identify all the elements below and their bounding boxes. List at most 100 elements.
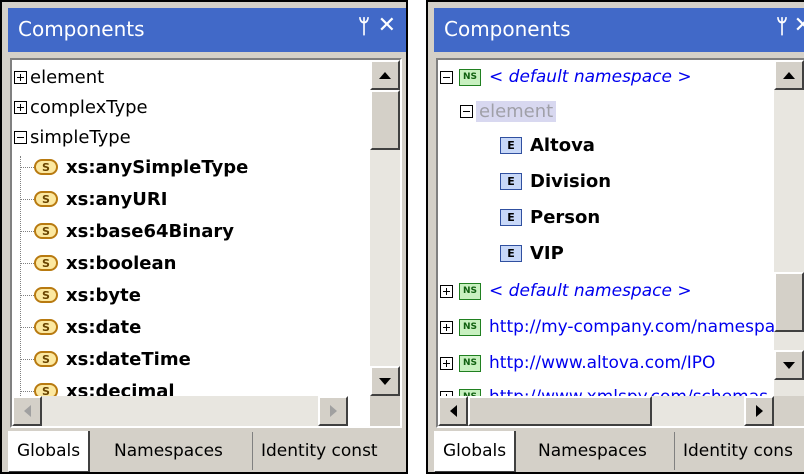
simple-type-label: xs:date bbox=[66, 316, 142, 338]
scroll-left-button[interactable] bbox=[438, 396, 468, 426]
simple-type-item[interactable]: S xs:anyURI bbox=[20, 184, 167, 214]
collapse-icon[interactable] bbox=[460, 104, 473, 118]
scroll-down-button[interactable] bbox=[370, 366, 400, 396]
pin-icon[interactable]: ᛘ bbox=[358, 14, 370, 38]
tree-row-namespace[interactable]: NS http://www.altova.com/IPO bbox=[440, 348, 715, 378]
component-tree[interactable]: element complexType simpleType S xs:anyS… bbox=[10, 58, 402, 428]
collapse-icon[interactable] bbox=[440, 70, 453, 84]
element-icon: E bbox=[500, 208, 522, 226]
scroll-up-button[interactable] bbox=[774, 60, 804, 90]
simple-type-icon: S bbox=[34, 159, 58, 175]
scroll-right-button[interactable] bbox=[744, 396, 774, 426]
tree-row-complextype[interactable]: complexType bbox=[14, 92, 148, 122]
simple-type-icon: S bbox=[34, 319, 58, 335]
simple-type-icon: S bbox=[34, 191, 58, 207]
scroll-thumb[interactable] bbox=[774, 272, 804, 332]
namespace-icon: NS bbox=[459, 282, 481, 300]
element-item[interactable]: E Division bbox=[500, 166, 611, 196]
element-label: Division bbox=[530, 170, 612, 192]
arrow-right-icon bbox=[329, 405, 337, 417]
namespace-url: http://my-company.com/namespace bbox=[489, 317, 795, 337]
tab-identity-constraints[interactable]: Identity cons bbox=[674, 432, 793, 470]
panel-tabs: Globals Namespaces Identity const bbox=[8, 431, 406, 472]
arrow-left-icon bbox=[23, 405, 31, 417]
simple-type-icon: S bbox=[34, 287, 58, 303]
namespace-label: < default namespace > bbox=[489, 67, 692, 87]
element-icon: E bbox=[500, 244, 522, 262]
scroll-up-button[interactable] bbox=[370, 60, 400, 90]
element-icon: E bbox=[500, 136, 522, 154]
tab-globals[interactable]: Globals bbox=[8, 431, 91, 472]
components-panel-right: Components ᛘ ✕ NS < default namespace > … bbox=[426, 0, 804, 474]
tree-row-namespace[interactable]: NS < default namespace > bbox=[440, 62, 692, 92]
vertical-scrollbar[interactable] bbox=[774, 60, 804, 396]
panel-title: Components bbox=[444, 17, 571, 41]
scroll-corner bbox=[370, 396, 400, 426]
panel-title: Components bbox=[18, 17, 145, 41]
expand-icon[interactable] bbox=[14, 100, 27, 114]
simple-type-item[interactable]: S xs:base64Binary bbox=[20, 216, 234, 246]
tab-namespaces[interactable]: Namespaces bbox=[538, 432, 647, 470]
arrow-up-icon bbox=[379, 71, 391, 79]
expand-icon[interactable] bbox=[440, 284, 453, 298]
simple-type-item[interactable]: S xs:date bbox=[20, 312, 141, 342]
simple-type-label: xs:boolean bbox=[66, 252, 177, 274]
vertical-scrollbar[interactable] bbox=[370, 60, 400, 396]
tab-globals[interactable]: Globals bbox=[434, 431, 517, 472]
namespace-icon: NS bbox=[459, 68, 481, 86]
close-icon[interactable]: ✕ bbox=[794, 13, 804, 38]
scroll-thumb[interactable] bbox=[370, 90, 400, 150]
tree-row-element-group[interactable]: element bbox=[460, 96, 557, 126]
tab-identity-constraints[interactable]: Identity const bbox=[252, 432, 378, 470]
arrow-right-icon bbox=[755, 405, 763, 417]
simple-type-label: xs:dateTime bbox=[66, 348, 191, 370]
arrow-up-icon bbox=[783, 71, 795, 79]
namespace-icon: NS bbox=[459, 354, 481, 372]
simple-type-label: xs:byte bbox=[66, 284, 141, 306]
component-tree[interactable]: NS < default namespace > element E Altov… bbox=[436, 58, 804, 428]
collapse-icon[interactable] bbox=[14, 130, 27, 144]
components-panel-left: Components ᛘ ✕ element complexType simpl… bbox=[0, 0, 408, 474]
arrow-left-icon bbox=[449, 405, 457, 417]
pin-icon[interactable]: ᛘ bbox=[776, 14, 788, 38]
arrow-down-icon bbox=[379, 377, 391, 385]
simple-type-label: xs:base64Binary bbox=[66, 220, 234, 242]
scroll-thumb-horizontal[interactable] bbox=[468, 396, 652, 426]
tree-row-element[interactable]: element bbox=[14, 62, 104, 92]
close-icon[interactable]: ✕ bbox=[378, 13, 396, 38]
horizontal-scrollbar[interactable] bbox=[438, 396, 774, 426]
scroll-left-button[interactable] bbox=[12, 396, 42, 426]
namespace-label: < default namespace > bbox=[489, 281, 692, 301]
element-icon: E bbox=[500, 172, 522, 190]
simple-type-item[interactable]: S xs:dateTime bbox=[20, 344, 191, 374]
expand-icon[interactable] bbox=[440, 320, 453, 334]
arrow-down-icon bbox=[783, 361, 795, 369]
element-label: Altova bbox=[530, 134, 595, 156]
simple-type-icon: S bbox=[34, 351, 58, 367]
tree-row-simpletype[interactable]: simpleType bbox=[14, 122, 131, 152]
tree-item-label: element bbox=[30, 66, 105, 88]
tree-row-namespace[interactable]: NS http://my-company.com/namespace bbox=[440, 312, 795, 342]
namespace-url: http://www.altova.com/IPO bbox=[489, 353, 716, 373]
scroll-down-button[interactable] bbox=[774, 350, 804, 380]
scroll-right-button[interactable] bbox=[318, 396, 348, 426]
tab-namespaces[interactable]: Namespaces bbox=[114, 432, 223, 470]
element-label: VIP bbox=[530, 242, 564, 264]
element-item[interactable]: E VIP bbox=[500, 238, 564, 268]
panel-tabs: Globals Namespaces Identity cons bbox=[434, 431, 804, 472]
expand-icon[interactable] bbox=[440, 356, 453, 370]
simple-type-item[interactable]: S xs:anySimpleType bbox=[20, 152, 248, 182]
element-item[interactable]: E Altova bbox=[500, 130, 595, 160]
horizontal-scrollbar[interactable] bbox=[12, 396, 348, 426]
tree-item-label: element bbox=[476, 100, 557, 122]
simple-type-label: xs:anyURI bbox=[66, 188, 168, 210]
expand-icon[interactable] bbox=[14, 70, 27, 84]
simple-type-item[interactable]: S xs:boolean bbox=[20, 248, 176, 278]
tree-item-label: complexType bbox=[30, 96, 148, 118]
element-item[interactable]: E Person bbox=[500, 202, 600, 232]
tree-row-namespace[interactable]: NS < default namespace > bbox=[440, 276, 692, 306]
simple-type-label: xs:anySimpleType bbox=[66, 156, 249, 178]
simple-type-item[interactable]: S xs:byte bbox=[20, 280, 141, 310]
scroll-corner bbox=[774, 396, 804, 426]
simple-type-icon: S bbox=[34, 255, 58, 271]
